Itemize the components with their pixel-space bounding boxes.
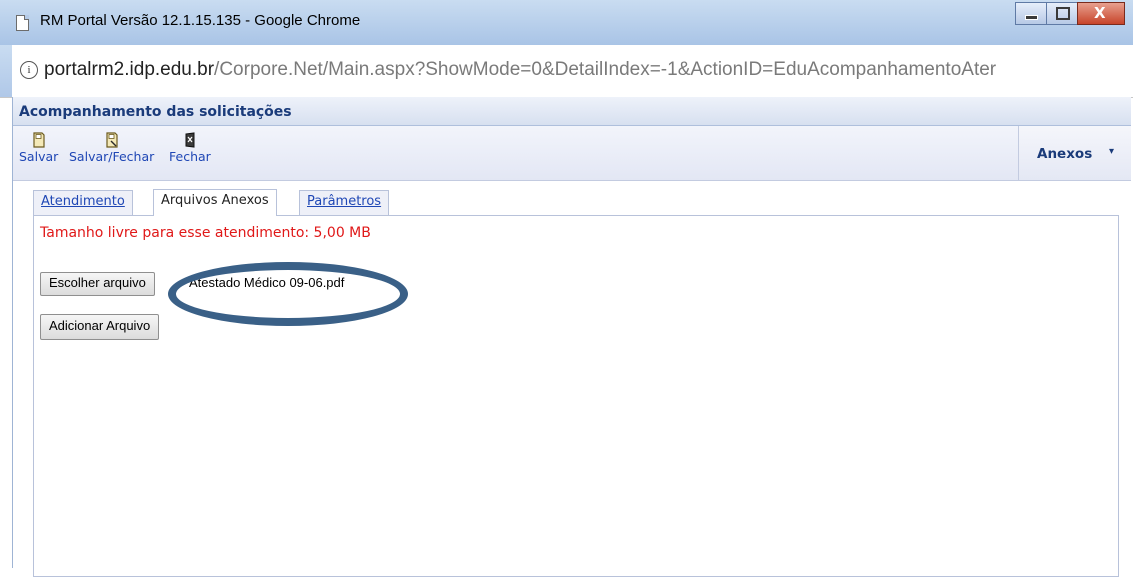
save-close-button[interactable]: Salvar/Fechar [69, 132, 154, 164]
tab-parametros-label[interactable]: Parâmetros [307, 194, 381, 209]
choose-file-button[interactable]: Escolher arquivo [40, 272, 155, 296]
window-titlebar: RM Portal Versão 12.1.15.135 - Google Ch… [0, 0, 1133, 46]
save-close-label: Salvar/Fechar [69, 149, 155, 164]
minimize-button[interactable] [1015, 2, 1047, 25]
address-bar[interactable]: i portalrm2.idp.edu.br/Corpore.Net/Main.… [0, 45, 1133, 98]
free-space-text: Tamanho livre para esse atendimento: 5,0… [40, 225, 371, 241]
app-header: Acompanhamento das solicitações [13, 97, 1131, 126]
tab-arquivos-anexos-label: Arquivos Anexos [161, 193, 269, 208]
window-frame-left [0, 45, 12, 97]
tab-parametros[interactable]: Parâmetros [299, 190, 390, 215]
save-icon [33, 132, 45, 148]
info-icon[interactable]: i [20, 61, 38, 79]
toolbar: Salvar Salvar/Fechar Fechar Anexos ▾ [13, 126, 1131, 181]
url-host: portalrm2.idp.edu.br [44, 59, 215, 80]
page-icon [16, 15, 29, 31]
selected-file-name: Atestado Médico 09-06.pdf [189, 275, 345, 290]
close-label: Fechar [169, 149, 211, 164]
url-text[interactable]: portalrm2.idp.edu.br/Corpore.Net/Main.as… [44, 59, 996, 81]
tab-arquivos-anexos[interactable]: Arquivos Anexos [153, 189, 277, 216]
maximize-icon [1056, 7, 1070, 20]
url-path: /Corpore.Net/Main.aspx?ShowMode=0&Detail… [214, 59, 997, 80]
window-controls: X [1015, 2, 1125, 25]
close-form-button[interactable]: Fechar [169, 132, 211, 164]
attachments-panel: Tamanho livre para esse atendimento: 5,0… [33, 215, 1119, 577]
anexos-label: Anexos [1037, 146, 1093, 162]
close-door-icon [185, 132, 195, 148]
save-close-icon [106, 132, 118, 148]
page-title: Acompanhamento das solicitações [19, 104, 292, 120]
minimize-icon [1025, 15, 1038, 20]
save-label: Salvar [19, 149, 59, 164]
close-icon: X [1094, 4, 1106, 22]
app-panel: Acompanhamento das solicitações Salvar S… [12, 97, 1131, 577]
window-title: RM Portal Versão 12.1.15.135 - Google Ch… [40, 12, 361, 29]
add-file-button[interactable]: Adicionar Arquivo [40, 314, 160, 340]
chevron-down-icon: ▾ [1109, 146, 1115, 157]
tab-atendimento-label[interactable]: Atendimento [41, 194, 125, 209]
maximize-button[interactable] [1046, 2, 1078, 25]
close-button[interactable]: X [1077, 2, 1125, 25]
tab-atendimento[interactable]: Atendimento [33, 190, 133, 215]
save-button[interactable]: Salvar [19, 132, 58, 164]
anexos-dropdown[interactable]: Anexos ▾ [1018, 126, 1131, 180]
